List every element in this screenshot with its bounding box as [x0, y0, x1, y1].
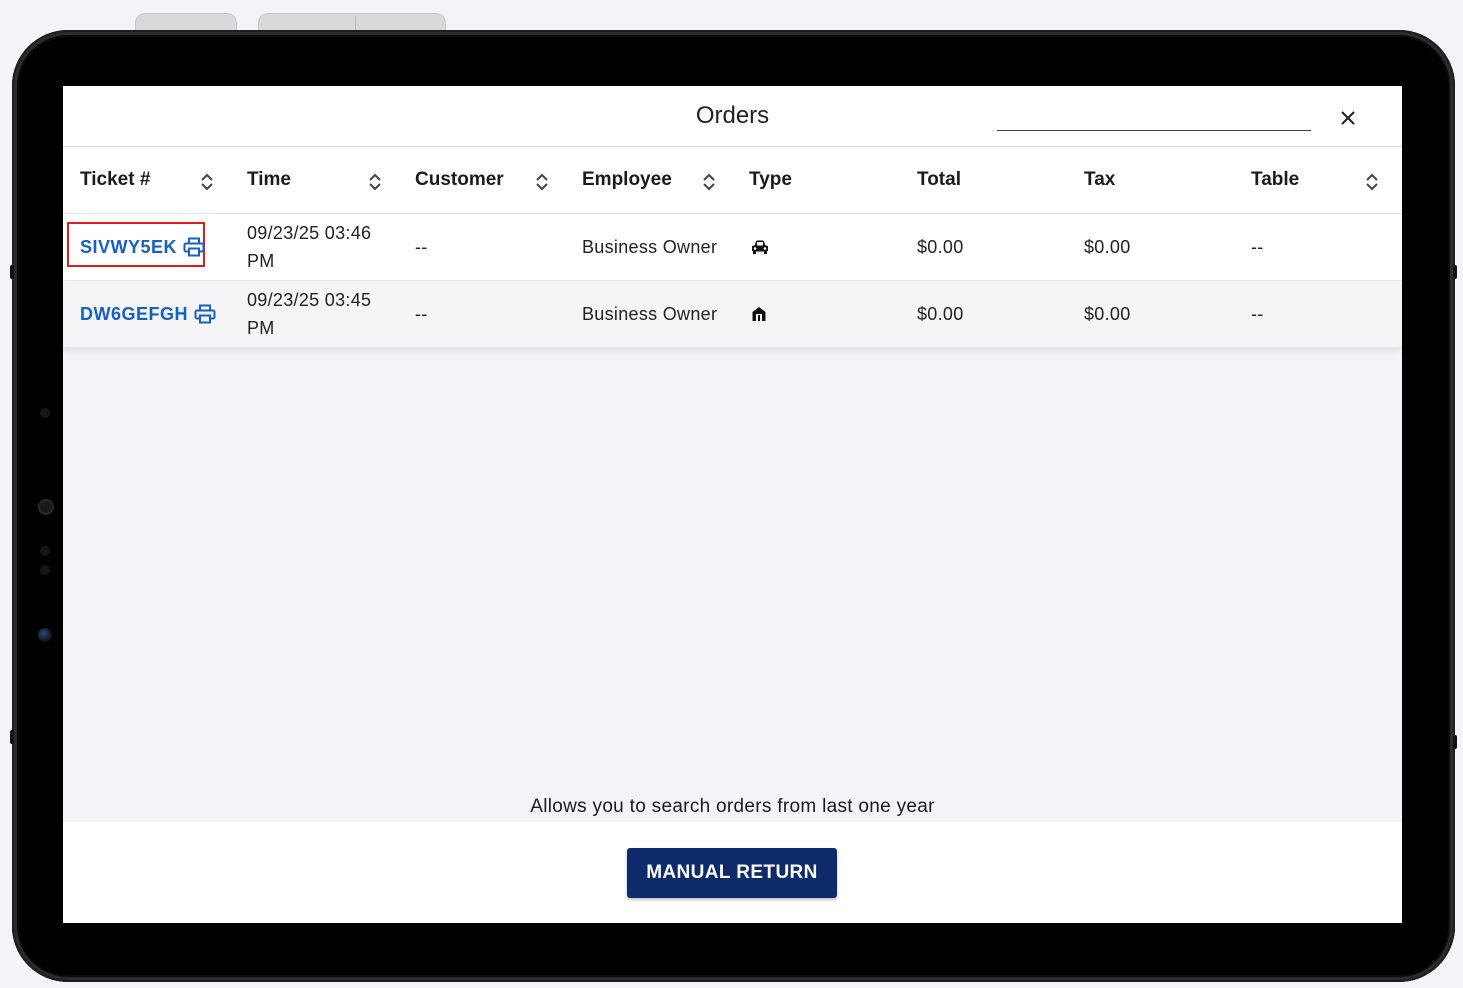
column-header-ticket[interactable]: Ticket # [80, 147, 150, 213]
search-input[interactable] [997, 104, 1311, 131]
employee-cell: Business Owner [582, 236, 718, 257]
front-camera [38, 628, 52, 642]
employee-cell: Business Owner [582, 303, 718, 324]
ticket-link[interactable]: DW6GEFGH [80, 281, 216, 347]
table-header: Ticket # Time Customer Employee Type Tot… [63, 147, 1402, 214]
type-cell [751, 281, 767, 347]
type-cell [751, 214, 769, 280]
sort-icon[interactable] [200, 173, 214, 191]
close-button[interactable] [1333, 103, 1363, 133]
tax-cell: $0.00 [1084, 236, 1131, 257]
time-ampm: PM [247, 251, 275, 271]
time-cell: 09/23/25 03:45 PM [247, 281, 371, 347]
time-cell: 09/23/25 03:46 PM [247, 214, 371, 280]
column-header-type: Type [749, 169, 792, 190]
car-icon [752, 240, 768, 254]
customer-cell: -- [415, 236, 428, 257]
sensor-dot [40, 546, 50, 556]
store-icon [752, 307, 766, 321]
ticket-number[interactable]: DW6GEFGH [80, 304, 188, 325]
camera-lens [38, 499, 54, 515]
total-cell: $0.00 [917, 303, 964, 324]
sensor-dot [40, 408, 50, 418]
printer-icon[interactable] [194, 304, 216, 324]
search-range-note: Allows you to search orders from last on… [530, 796, 935, 817]
orders-modal: Orders Ticket # Time Customer Employee T… [63, 86, 1402, 923]
sensor-dot [40, 565, 50, 575]
column-header-time[interactable]: Time [247, 147, 291, 213]
manual-return-button[interactable]: MANUAL RETURN [627, 848, 837, 898]
table-row[interactable]: SIVWY5EK 09/23/25 03:46 PM -- Business O… [63, 214, 1402, 281]
close-icon [1341, 111, 1355, 125]
tablet-side-button [10, 730, 14, 744]
modal-header: Orders [63, 86, 1402, 147]
tax-cell: $0.00 [1084, 303, 1131, 324]
column-header-total: Total [917, 169, 961, 190]
total-cell: $0.00 [917, 236, 964, 257]
tablet-side-button [1453, 735, 1457, 749]
sort-icon[interactable] [702, 173, 716, 191]
time-date: 09/23/25 03:45 [247, 290, 372, 310]
column-header-table[interactable]: Table [1251, 147, 1299, 213]
tablet-side-button [1453, 265, 1457, 279]
sort-icon[interactable] [535, 173, 549, 191]
sort-icon[interactable] [368, 173, 382, 191]
column-header-tax: Tax [1084, 169, 1116, 190]
ticket-number[interactable]: SIVWY5EK [80, 237, 177, 258]
printer-icon[interactable] [183, 237, 205, 257]
column-header-employee[interactable]: Employee [582, 147, 672, 213]
table-row[interactable]: DW6GEFGH 09/23/25 03:45 PM -- Business O… [63, 281, 1402, 348]
time-date: 09/23/25 03:46 [247, 223, 372, 243]
ticket-link[interactable]: SIVWY5EK [80, 214, 205, 280]
customer-cell: -- [415, 303, 428, 324]
table-cell: -- [1251, 236, 1264, 257]
tablet-side-button [10, 265, 14, 279]
time-ampm: PM [247, 318, 275, 338]
sort-icon[interactable] [1365, 173, 1379, 191]
column-header-customer[interactable]: Customer [415, 147, 504, 213]
modal-footer: MANUAL RETURN [63, 822, 1402, 923]
table-cell: -- [1251, 303, 1264, 324]
